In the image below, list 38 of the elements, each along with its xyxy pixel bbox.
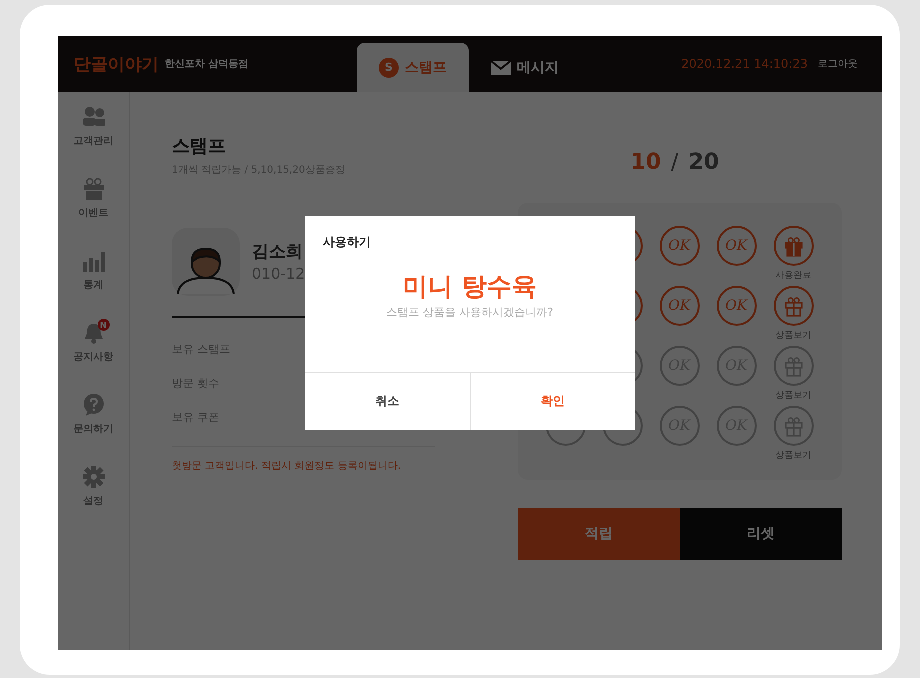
nav-tab[interactable]: 메시지 (469, 43, 581, 92)
ok-stamp: OK (660, 286, 700, 326)
nav-tab[interactable]: S 스탬프 (357, 43, 469, 92)
ok-stamp: OK (716, 226, 756, 266)
gift-stamp[interactable] (774, 406, 814, 446)
envelope-icon (491, 60, 511, 76)
bar-chart-icon (82, 250, 104, 272)
ok-stamp: OK (660, 226, 700, 266)
gift-icon (82, 178, 104, 200)
people-icon (82, 106, 104, 128)
gift-icon (784, 236, 804, 256)
date-time: 2020.12.21 14:10:23 (682, 57, 808, 71)
stamp-badge-icon: S (379, 58, 399, 78)
dialog-message: 스탬프 상품을 사용하시겠습니까? (386, 305, 554, 320)
ok-stamp: OK (716, 286, 756, 326)
page-title: 스탬프 (172, 135, 227, 159)
store-name: 한신포차 삼덕동점 (165, 58, 248, 71)
gift-icon (784, 416, 804, 436)
dialog-title: 사용하기 (322, 234, 372, 251)
help-icon (82, 394, 104, 416)
save-stamp-button[interactable]: 적립 (518, 508, 680, 560)
stamp-count: 10 (630, 149, 662, 177)
stamp-total: 20 (688, 149, 720, 177)
count-separator: / (671, 149, 679, 177)
notice-text: 첫방문 고객입니다. 적립시 회원정도 등록이됩니다. (172, 460, 402, 473)
reset-button[interactable]: 리셋 (680, 508, 842, 560)
gift-icon (784, 296, 804, 316)
bell-icon (82, 322, 104, 344)
customer-name: 김소희 (252, 241, 304, 263)
logout-link[interactable]: 로그아웃 (818, 57, 858, 71)
gift-stamp[interactable] (774, 226, 814, 266)
notification-badge: N (98, 319, 110, 331)
gift-stamp[interactable] (774, 346, 814, 386)
gift-icon (784, 356, 804, 376)
gift-stamp[interactable] (774, 286, 814, 326)
app-logo: 단골이야기 (74, 54, 159, 76)
settings-icon (82, 466, 104, 488)
product-name: 미니 탕수육 (402, 271, 538, 303)
